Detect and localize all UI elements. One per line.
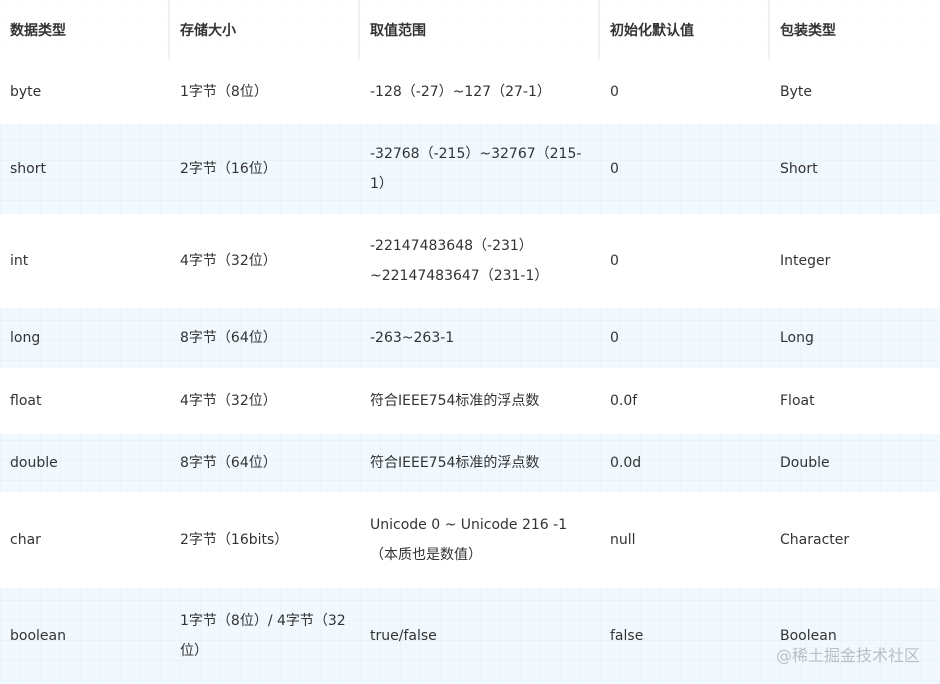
table-row: char 2字节（16bits） Unicode 0 ~ Unicode 216… [0, 492, 940, 588]
cell-type: float [0, 368, 170, 434]
header-data-type: 数据类型 [0, 0, 170, 60]
header-default-value: 初始化默认值 [600, 0, 770, 60]
cell-default: 0 [600, 124, 770, 214]
cell-default: 0.0f [600, 368, 770, 434]
cell-default: 0.0d [600, 434, 770, 492]
cell-wrapper: Double [770, 434, 940, 492]
cell-wrapper: Byte [770, 60, 940, 124]
data-types-table-container: 数据类型 存储大小 取值范围 初始化默认值 包装类型 byte 1字节（8位） … [0, 0, 940, 684]
cell-type: char [0, 492, 170, 588]
cell-size: 2字节（16bits） [170, 492, 360, 588]
cell-range: -128（-27）~127（27-1） [360, 60, 600, 124]
cell-wrapper: Character [770, 492, 940, 588]
cell-range: 符合IEEE754标准的浮点数 [360, 434, 600, 492]
table-row: int 4字节（32位） -22147483648（-231）~22147483… [0, 214, 940, 308]
cell-default: 0 [600, 60, 770, 124]
cell-type: long [0, 308, 170, 368]
cell-type: int [0, 214, 170, 308]
cell-range: true/false [360, 588, 600, 684]
table-row: boolean 1字节（8位）/ 4字节（32位） true/false fal… [0, 588, 940, 684]
header-storage-size: 存储大小 [170, 0, 360, 60]
cell-size: 4字节（32位） [170, 368, 360, 434]
cell-size: 8字节（64位） [170, 434, 360, 492]
cell-range: -263~263-1 [360, 308, 600, 368]
cell-size: 1字节（8位） [170, 60, 360, 124]
cell-range: 符合IEEE754标准的浮点数 [360, 368, 600, 434]
table-row: long 8字节（64位） -263~263-1 0 Long [0, 308, 940, 368]
cell-type: byte [0, 60, 170, 124]
cell-size: 2字节（16位） [170, 124, 360, 214]
cell-wrapper: Boolean [770, 588, 940, 684]
cell-range: -32768（-215）~32767（215-1） [360, 124, 600, 214]
cell-range: -22147483648（-231）~22147483647（231-1） [360, 214, 600, 308]
header-value-range: 取值范围 [360, 0, 600, 60]
cell-size: 4字节（32位） [170, 214, 360, 308]
cell-type: double [0, 434, 170, 492]
watermark: @稀土掘金技术社区 [775, 646, 920, 665]
cell-default: 0 [600, 214, 770, 308]
table-header-row: 数据类型 存储大小 取值范围 初始化默认值 包装类型 [0, 0, 940, 60]
cell-wrapper: Long [770, 308, 940, 368]
cell-wrapper: Integer [770, 214, 940, 308]
cell-size: 8字节（64位） [170, 308, 360, 368]
cell-type: short [0, 124, 170, 214]
cell-default: null [600, 492, 770, 588]
cell-wrapper: Float [770, 368, 940, 434]
cell-default: false [600, 588, 770, 684]
cell-default: 0 [600, 308, 770, 368]
header-wrapper-type: 包装类型 [770, 0, 940, 60]
table-row: float 4字节（32位） 符合IEEE754标准的浮点数 0.0f Floa… [0, 368, 940, 434]
table-row: byte 1字节（8位） -128（-27）~127（27-1） 0 Byte [0, 60, 940, 124]
table-row: double 8字节（64位） 符合IEEE754标准的浮点数 0.0d Dou… [0, 434, 940, 492]
data-types-table: 数据类型 存储大小 取值范围 初始化默认值 包装类型 byte 1字节（8位） … [0, 0, 940, 684]
cell-range: Unicode 0 ~ Unicode 216 -1（本质也是数值） [360, 492, 600, 588]
cell-type: boolean [0, 588, 170, 684]
cell-size: 1字节（8位）/ 4字节（32位） [170, 588, 360, 684]
table-row: short 2字节（16位） -32768（-215）~32767（215-1）… [0, 124, 940, 214]
cell-wrapper: Short [770, 124, 940, 214]
